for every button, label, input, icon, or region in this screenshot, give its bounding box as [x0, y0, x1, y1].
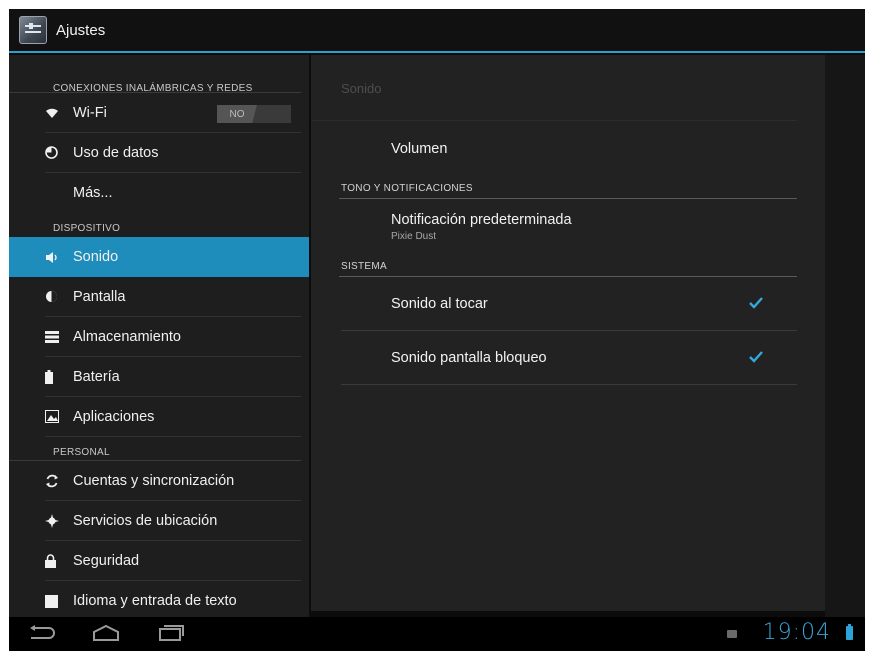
recent-apps-icon[interactable]	[157, 624, 185, 647]
language-icon	[45, 594, 73, 608]
sidebar-item-more[interactable]: Más...	[45, 173, 301, 213]
section-header-system: SISTEMA	[339, 255, 797, 277]
action-bar: Ajustes	[9, 9, 865, 53]
page-title: Sonido	[311, 55, 797, 121]
sidebar-item-sound[interactable]: Sonido	[9, 237, 309, 277]
sidebar-item-accounts-sync[interactable]: Cuentas y sincronización	[45, 461, 301, 501]
notification-value: Pixie Dust	[391, 231, 437, 242]
sidebar-item-display[interactable]: Pantalla	[45, 277, 301, 317]
sidebar-item-security[interactable]: Seguridad	[45, 541, 301, 581]
sidebar-item-language[interactable]: Idioma y entrada de texto	[45, 581, 301, 617]
storage-icon	[45, 330, 73, 343]
sound-settings-pane: Sonido Volumen TONO Y NOTIFICACIONES Not…	[311, 55, 825, 611]
tablet-screen: Ajustes CONEXIONES INALÁMBRICAS Y REDES …	[9, 9, 865, 651]
speaker-icon	[45, 251, 73, 264]
sidebar-item-label: Wi-Fi	[73, 104, 107, 121]
lock-sound-setting[interactable]: Sonido pantalla bloqueo	[341, 331, 797, 385]
checkmark-icon	[749, 296, 763, 309]
touch-sound-label: Sonido al tocar	[391, 295, 488, 312]
volume-setting[interactable]: Volumen	[341, 121, 797, 177]
sidebar-item-label: Aplicaciones	[73, 408, 155, 425]
back-icon[interactable]	[29, 625, 55, 646]
sidebar-item-storage[interactable]: Almacenamiento	[45, 317, 301, 357]
sidebar-item-label: Pantalla	[73, 288, 126, 305]
touch-sound-checkbox[interactable]	[749, 296, 765, 311]
sidebar-item-label: Almacenamiento	[73, 328, 181, 345]
section-header-device: DISPOSITIVO	[53, 223, 121, 234]
apps-icon	[45, 410, 73, 423]
display-icon	[45, 290, 73, 303]
sidebar-item-label: Seguridad	[73, 552, 140, 569]
location-icon	[45, 513, 73, 528]
screenshot-notification-icon[interactable]	[727, 630, 737, 638]
checkmark-icon	[749, 350, 763, 363]
notification-label: Notificación predeterminada	[391, 212, 572, 228]
touch-sound-setting[interactable]: Sonido al tocar	[341, 277, 797, 331]
wifi-toggle-state: NO	[217, 105, 257, 123]
sidebar-item-location[interactable]: Servicios de ubicación	[45, 501, 301, 541]
battery-status-icon	[846, 624, 853, 640]
sidebar-item-wifi[interactable]: Wi-Fi NO	[45, 93, 301, 133]
section-header-personal: PERSONAL	[9, 437, 301, 461]
data-usage-icon	[45, 146, 73, 159]
status-clock: 19:04	[762, 620, 831, 645]
sidebar-item-label: Uso de datos	[73, 144, 159, 161]
section-header-wireless: CONEXIONES INALÁMBRICAS Y REDES	[9, 55, 301, 94]
lock-sound-label: Sonido pantalla bloqueo	[391, 349, 547, 366]
sidebar-item-apps[interactable]: Aplicaciones	[45, 397, 301, 437]
sidebar-item-label: Sonido	[73, 249, 119, 265]
system-navigation-bar: 19:04	[9, 617, 865, 651]
sidebar-item-label: Batería	[73, 368, 120, 385]
lock-icon	[45, 553, 73, 568]
section-header-ringtone: TONO Y NOTIFICACIONES	[339, 177, 797, 199]
settings-app-icon[interactable]	[19, 16, 47, 44]
wifi-icon	[45, 107, 73, 119]
settings-sidebar: CONEXIONES INALÁMBRICAS Y REDES Wi-Fi NO…	[9, 55, 309, 617]
volume-label: Volumen	[391, 141, 448, 157]
default-notification-setting[interactable]: Notificación predeterminada Pixie Dust	[341, 199, 797, 255]
right-edge-strip	[825, 55, 865, 617]
sync-icon	[45, 474, 73, 488]
sidebar-item-data-usage[interactable]: Uso de datos	[45, 133, 301, 173]
sidebar-item-label: Servicios de ubicación	[73, 512, 218, 529]
app-title: Ajustes	[56, 21, 106, 39]
sidebar-item-label: Cuentas y sincronización	[73, 472, 235, 489]
home-icon[interactable]	[91, 624, 121, 647]
lock-sound-checkbox[interactable]	[749, 350, 765, 365]
battery-icon	[45, 369, 73, 384]
wifi-toggle[interactable]: NO	[217, 105, 291, 123]
sidebar-item-label: Más...	[73, 185, 113, 201]
sidebar-item-battery[interactable]: Batería	[45, 357, 301, 397]
sidebar-item-label: Idioma y entrada de texto	[73, 593, 237, 609]
